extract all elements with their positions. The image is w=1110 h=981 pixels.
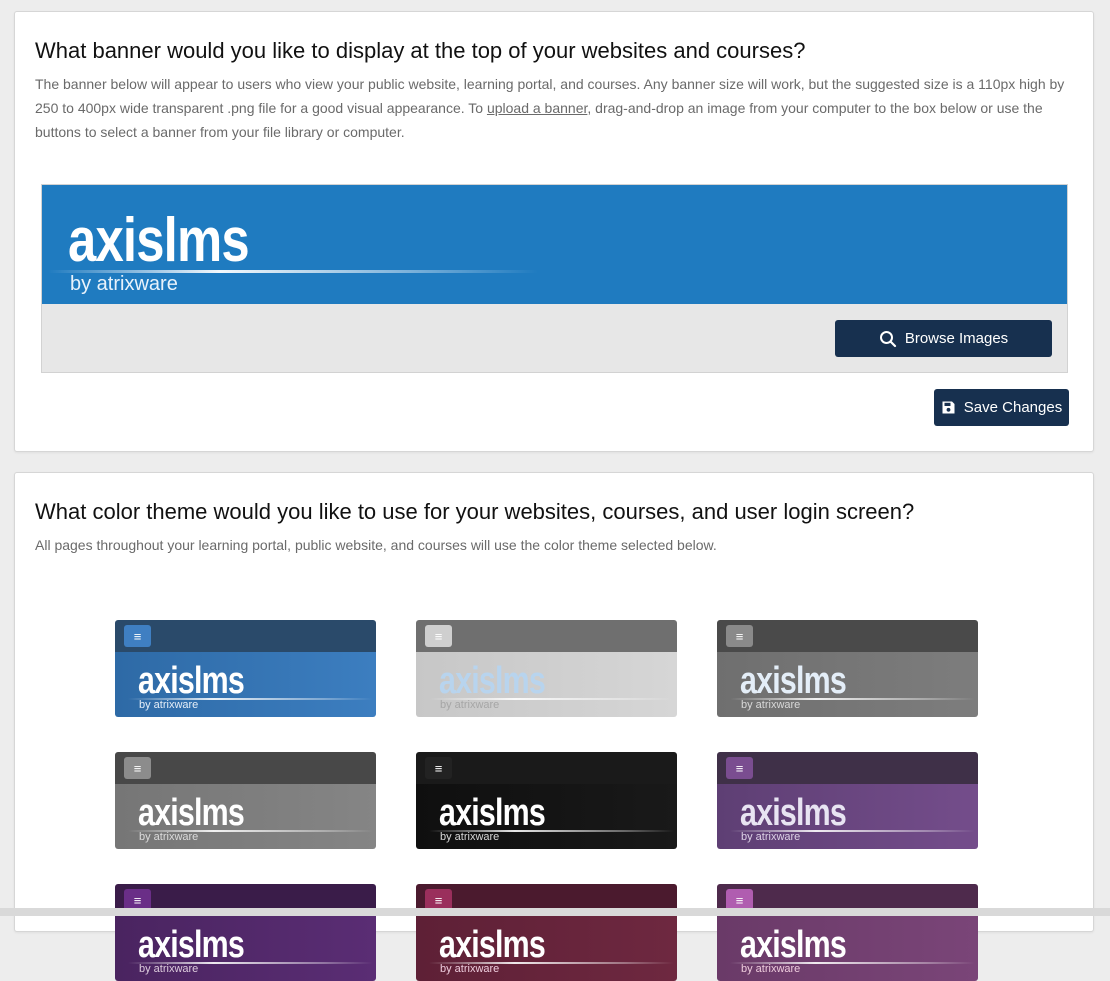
banner-settings-card: What banner would you like to display at…	[14, 11, 1094, 452]
theme-logo-subtext: by atrixware	[440, 963, 500, 975]
theme-logo-subtext: by atrixware	[440, 699, 500, 711]
hamburger-menu-icon: ≡	[726, 625, 753, 647]
theme-logo-text: axislms	[439, 792, 546, 834]
theme-header-bar: ≡	[115, 752, 376, 784]
theme-logo-text: axislms	[138, 792, 245, 834]
theme-logo-subtext: by atrixware	[139, 699, 199, 711]
theme-logo-text: axislms	[439, 924, 546, 966]
theme-section-title: What color theme would you like to use f…	[35, 499, 915, 524]
theme-logo-text: axislms	[740, 792, 847, 834]
banner-preview: axislms by atrixware	[42, 185, 1067, 304]
hamburger-menu-icon: ≡	[425, 757, 452, 779]
hamburger-menu-icon: ≡	[124, 757, 151, 779]
banner-section-description: The banner below will appear to users wh…	[35, 72, 1080, 144]
theme-logo-subtext: by atrixware	[741, 831, 801, 843]
browse-images-button[interactable]: Browse Images	[835, 320, 1052, 357]
theme-logo-subtext: by atrixware	[741, 963, 801, 975]
theme-header-bar: ≡	[115, 620, 376, 652]
banner-drop-zone[interactable]: axislms by atrixware Browse Images	[41, 184, 1068, 373]
save-changes-button[interactable]: Save Changes	[934, 389, 1069, 426]
theme-logo-text: axislms	[138, 924, 245, 966]
theme-header-bar: ≡	[416, 752, 677, 784]
theme-header-bar: ≡	[416, 620, 677, 652]
theme-option-4[interactable]: ≡ axislms by atrixware	[115, 752, 376, 849]
hamburger-menu-icon: ≡	[726, 757, 753, 779]
banner-logo-text: axislms	[68, 206, 250, 275]
theme-option-5[interactable]: ≡ axislms by atrixware	[416, 752, 677, 849]
theme-logo-subtext: by atrixware	[139, 831, 199, 843]
page-bottom-edge	[0, 908, 1110, 916]
theme-option-1[interactable]: ≡ axislms by atrixware	[115, 620, 376, 717]
search-icon	[879, 330, 896, 347]
save-changes-label: Save Changes	[963, 399, 1063, 416]
theme-option-7[interactable]: ≡ axislms by atrixware	[115, 884, 376, 981]
theme-logo-text: axislms	[138, 660, 245, 702]
theme-logo-text: axislms	[439, 660, 546, 702]
theme-header-bar: ≡	[717, 752, 978, 784]
theme-option-8[interactable]: ≡ axislms by atrixware	[416, 884, 677, 981]
theme-option-9[interactable]: ≡ axislms by atrixware	[717, 884, 978, 981]
browse-images-label: Browse Images	[904, 330, 1009, 347]
theme-logo-subtext: by atrixware	[440, 831, 500, 843]
theme-logo-text: axislms	[740, 660, 847, 702]
theme-option-3[interactable]: ≡ axislms by atrixware	[717, 620, 978, 717]
color-theme-card: What color theme would you like to use f…	[14, 472, 1094, 981]
theme-logo-text: axislms	[740, 924, 847, 966]
upload-banner-link[interactable]: upload a banner	[487, 100, 587, 116]
hamburger-menu-icon: ≡	[124, 625, 151, 647]
banner-section-title: What banner would you like to display at…	[35, 38, 806, 63]
theme-option-6[interactable]: ≡ axislms by atrixware	[717, 752, 978, 849]
theme-logo-subtext: by atrixware	[741, 699, 801, 711]
banner-logo-subtext: by atrixware	[70, 273, 178, 295]
theme-logo-subtext: by atrixware	[139, 963, 199, 975]
hamburger-menu-icon: ≡	[425, 625, 452, 647]
save-icon	[942, 401, 955, 414]
theme-option-2[interactable]: ≡ axislms by atrixware	[416, 620, 677, 717]
theme-section-description: All pages throughout your learning porta…	[35, 537, 717, 553]
theme-header-bar: ≡	[717, 620, 978, 652]
